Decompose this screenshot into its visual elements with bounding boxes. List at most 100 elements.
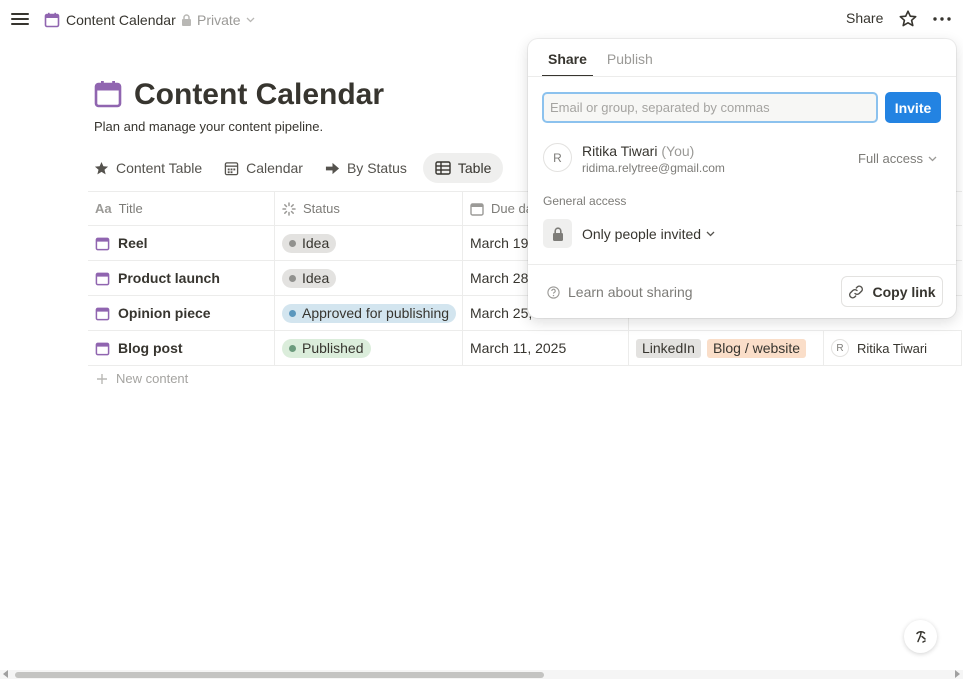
status-badge: Idea [282,268,337,288]
sidebar-menu-icon[interactable] [10,10,30,30]
member-you-label: (You) [661,143,695,159]
date-property-icon [470,202,484,216]
calendar-icon [95,272,110,285]
page-calendar-icon[interactable] [94,80,122,108]
member-name-line: Ritika Tiwari (You) [582,143,694,159]
divider [528,76,956,77]
favorite-star-icon[interactable] [898,9,918,29]
horizontal-scrollbar[interactable] [0,670,963,679]
row-status-cell[interactable]: Published [275,331,463,365]
help-circle-icon [547,285,560,299]
row-title-cell[interactable]: Blog post [88,331,275,365]
row-title-cell[interactable]: Opinion piece [88,296,275,330]
calendar-icon [95,237,110,250]
status-dot [289,344,296,352]
avatar: R [543,143,572,172]
status-label: Approved for publishing [302,305,450,321]
copy-link-button[interactable]: Copy link [841,276,943,307]
invite-email-input[interactable] [542,92,878,123]
chevron-down-icon [706,231,715,237]
breadcrumb-title: Content Calendar [66,12,176,28]
calendar-icon [44,12,60,28]
tab-content-table[interactable]: Content Table [88,153,212,183]
column-header-title[interactable]: Aa Title [88,192,275,225]
status-label: Idea [302,235,330,251]
row-tags-cell[interactable]: LinkedIn Blog / website [629,331,824,365]
tab-by-status[interactable]: By Status [319,153,417,183]
new-row-button[interactable]: New content [96,371,188,386]
tab-publish[interactable]: Publish [601,39,659,77]
arrow-right-icon [325,162,340,174]
tab-label: Content Table [116,160,203,176]
owner: R Ritika Tiwari [831,339,927,357]
status-badge: Published [282,338,371,358]
question-mark-icon [915,630,926,643]
help-button[interactable] [904,620,937,653]
member-access-select[interactable]: Full access [858,151,937,166]
table-icon [435,161,451,175]
general-access-select[interactable]: Only people invited [582,226,715,242]
column-header-status[interactable]: Status [275,192,463,225]
share-popover-tabs: Share Publish [542,39,659,77]
row-status-cell[interactable]: Approved for publishing [275,296,463,330]
due-date: March 28, [470,270,533,286]
lock-icon [182,14,191,26]
table-row[interactable]: Blog post Published March 11, 2025 Linke… [88,331,962,366]
top-bar: Content Calendar Private Share [0,0,963,40]
general-access-lock [543,219,572,248]
copy-link-label: Copy link [872,283,936,300]
row-title-cell[interactable]: Reel [88,226,275,260]
row-owner-cell[interactable]: R Ritika Tiwari [824,331,962,365]
invite-button[interactable]: Invite [885,92,941,123]
column-label: Status [303,201,340,216]
tag-badge: LinkedIn [636,338,701,358]
page-title: Content Calendar [134,78,385,111]
tab-label: By Status [346,160,407,176]
share-button[interactable]: Share [846,10,883,26]
row-title: Blog post [118,340,183,356]
privacy-menu[interactable]: Private [181,10,255,30]
link-icon [849,285,864,298]
row-status-cell[interactable]: Idea [275,261,463,295]
status-label: Idea [302,270,330,286]
text-property-icon: Aa [95,201,112,216]
scrollbar-thumb[interactable] [15,672,544,678]
calendar-icon [95,342,110,355]
status-dot [289,309,296,317]
divider [528,264,956,265]
breadcrumb[interactable]: Content Calendar [44,10,176,30]
status-dot [289,274,296,282]
owner-name: Ritika Tiwari [857,340,928,356]
calendar-icon [95,307,110,320]
status-label: Published [302,340,364,356]
row-title-cell[interactable]: Product launch [88,261,275,295]
learn-label: Learn about sharing [568,284,693,300]
due-date: March 25, [470,305,533,321]
avatar: R [831,339,849,357]
chevron-down-icon [246,17,255,23]
tab-table[interactable]: Table [422,153,504,183]
row-status-cell[interactable]: Idea [275,226,463,260]
more-options-icon[interactable] [932,9,952,29]
general-access-value: Only people invited [582,226,702,242]
member-email: ridima.relytree@gmail.com [582,161,725,175]
status-loader-icon [282,201,296,216]
tab-label: Calendar [246,160,303,176]
column-label: Title [118,201,143,216]
row-title: Opinion piece [118,305,211,321]
lock-icon [552,226,563,241]
calendar-grid-icon [224,161,239,175]
tab-calendar[interactable]: Calendar [218,153,313,183]
status-dot [289,239,296,247]
tab-share[interactable]: Share [542,39,593,77]
scroll-right-icon[interactable] [955,670,960,678]
learn-about-sharing-link[interactable]: Learn about sharing [547,284,693,300]
scroll-left-icon[interactable] [3,670,8,678]
access-label: Full access [858,151,924,166]
view-tabs: Content Table Calendar By Status Table [88,153,509,183]
due-date: March 19, [470,235,533,251]
star-icon [94,161,109,174]
row-title: Reel [118,235,148,251]
row-due-cell[interactable]: March 11, 2025 [463,331,629,365]
general-access-label: General access [543,194,627,208]
